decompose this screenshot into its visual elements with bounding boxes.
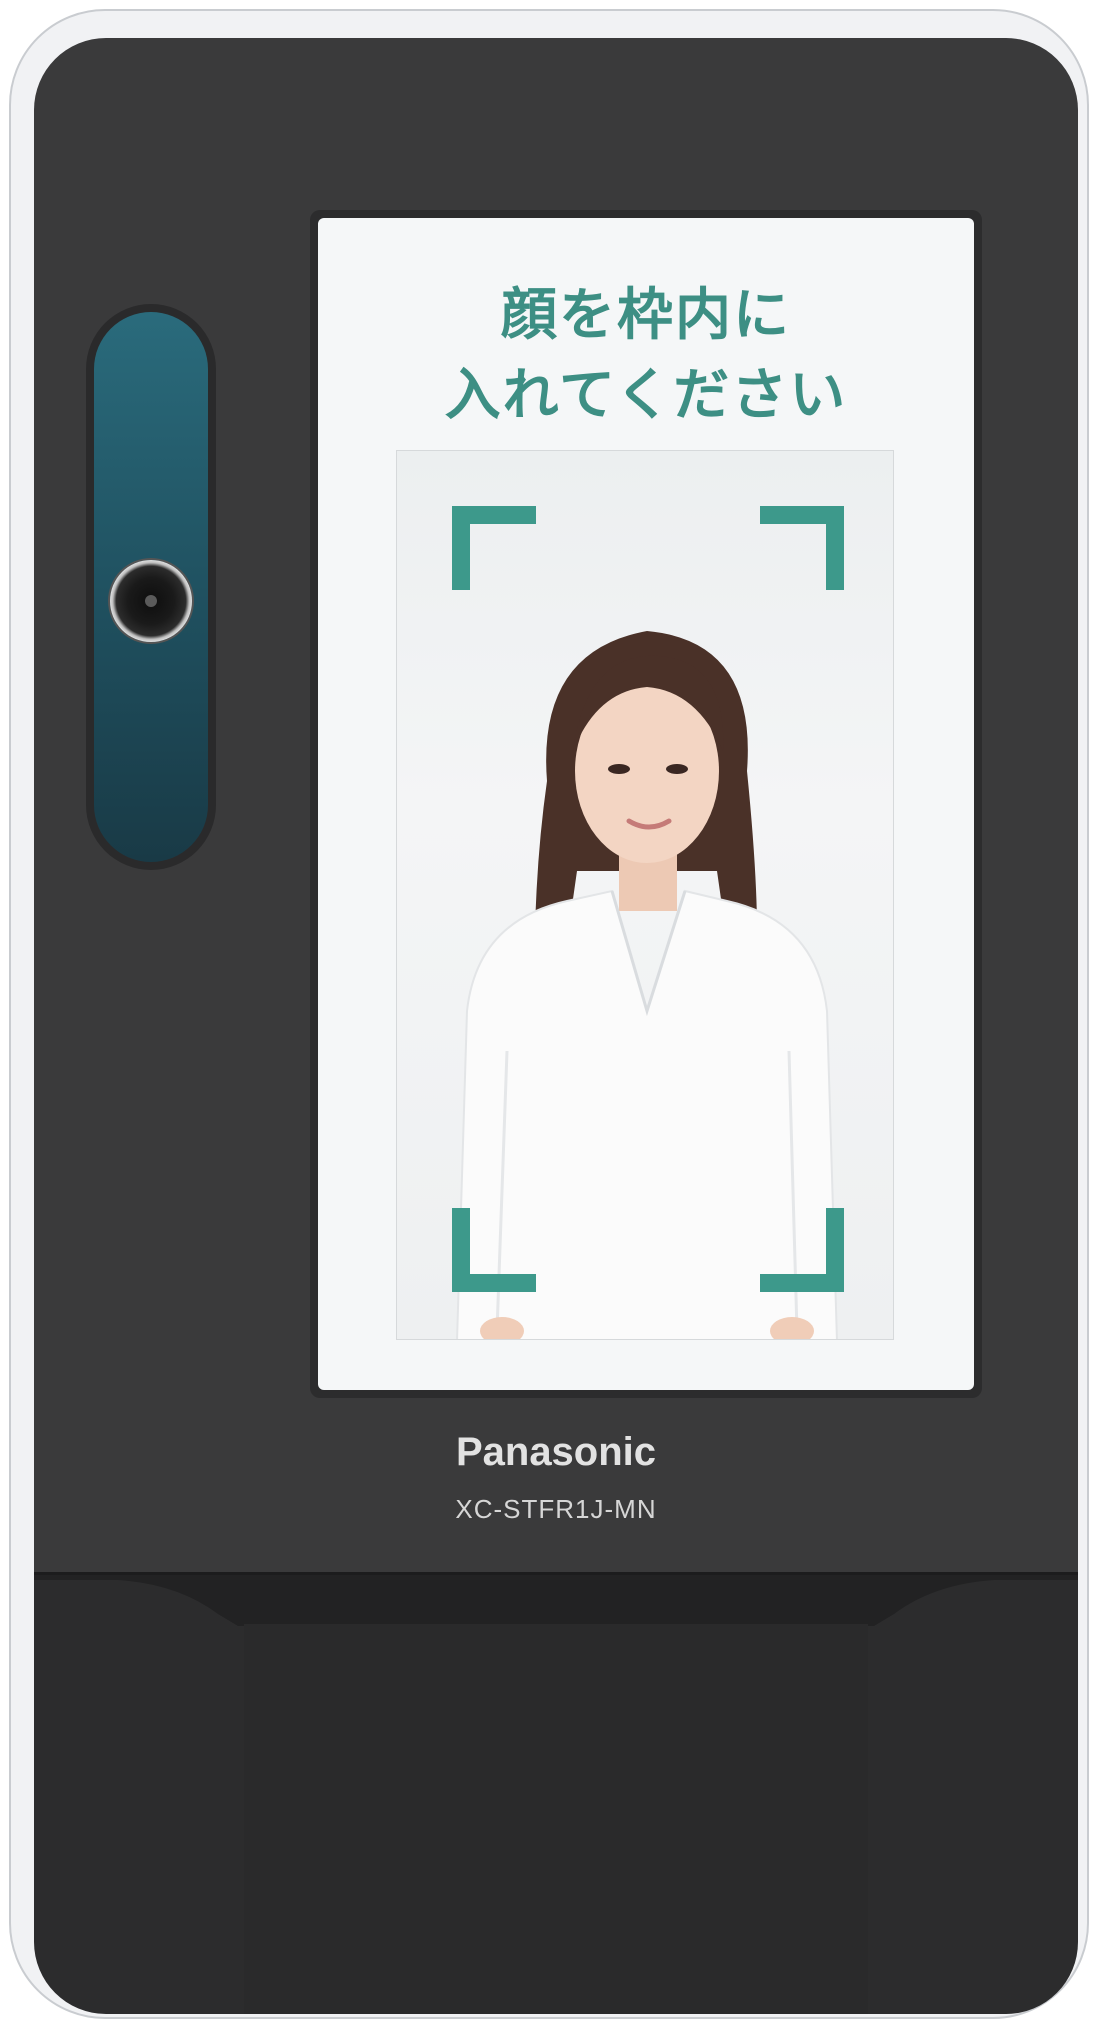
body-divider (34, 1572, 1078, 1575)
frame-corner-top-left-icon (452, 506, 536, 590)
camera-lens-center (145, 595, 157, 607)
base-panel (244, 1624, 868, 2014)
face-prompt-line-1: 顔を枠内に (501, 283, 791, 348)
face-prompt-line-2: 入れてください (444, 363, 848, 428)
frame-corner-top-right-icon (760, 506, 844, 590)
model-number: XC-STFR1J-MN (455, 1494, 657, 1524)
brand-logo: Panasonic (455, 1430, 657, 1474)
frame-corner-bottom-right-icon (760, 1208, 844, 1292)
device-base (34, 1574, 1078, 2014)
frame-corner-bottom-left-icon (452, 1208, 536, 1292)
